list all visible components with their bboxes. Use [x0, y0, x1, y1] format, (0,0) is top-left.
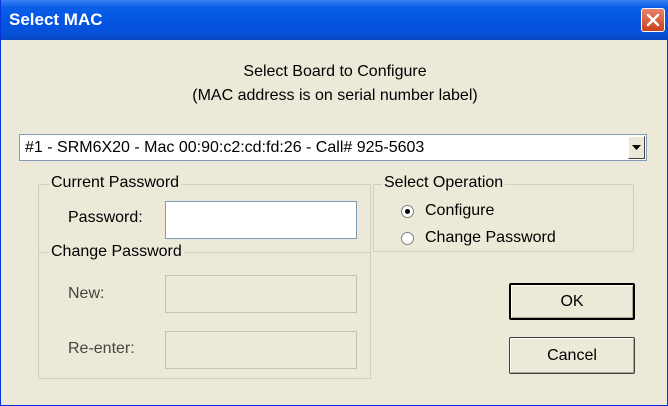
current-password-input[interactable]	[165, 201, 357, 239]
radio-configure[interactable]	[401, 205, 414, 218]
close-icon	[646, 13, 660, 27]
select-mac-dialog: Select MAC Select Board to Configure (MA…	[0, 0, 668, 406]
window-title: Select MAC	[9, 10, 103, 29]
reenter-password-input[interactable]	[165, 331, 357, 369]
close-button[interactable]	[641, 8, 665, 32]
radio-configure-label[interactable]: Configure	[425, 202, 494, 220]
dropdown-button[interactable]	[628, 136, 645, 159]
board-select-value: #1 - SRM6X20 - Mac 00:90:c2:cd:fd:26 - C…	[25, 139, 425, 156]
new-password-label: New:	[68, 285, 105, 302]
dialog-heading: Select Board to Configure	[243, 63, 427, 80]
password-label: Password:	[68, 209, 143, 226]
radio-selected-dot	[405, 209, 410, 214]
dialog-subheading: (MAC address is on serial number label)	[192, 87, 478, 104]
operation-legend: Select Operation	[382, 174, 506, 192]
cancel-button[interactable]: Cancel	[509, 337, 635, 374]
reenter-password-label: Re-enter:	[68, 340, 135, 357]
radio-change-password[interactable]	[401, 232, 414, 245]
change-password-legend: Change Password	[49, 243, 184, 261]
current-password-legend: Current Password	[49, 174, 182, 192]
board-select-dropdown[interactable]: #1 - SRM6X20 - Mac 00:90:c2:cd:fd:26 - C…	[19, 134, 647, 161]
radio-change-password-label[interactable]: Change Password	[425, 229, 556, 247]
new-password-input[interactable]	[165, 275, 357, 313]
title-bar[interactable]: Select MAC	[1, 0, 668, 40]
ok-button[interactable]: OK	[509, 283, 635, 320]
chevron-down-icon	[632, 145, 641, 150]
